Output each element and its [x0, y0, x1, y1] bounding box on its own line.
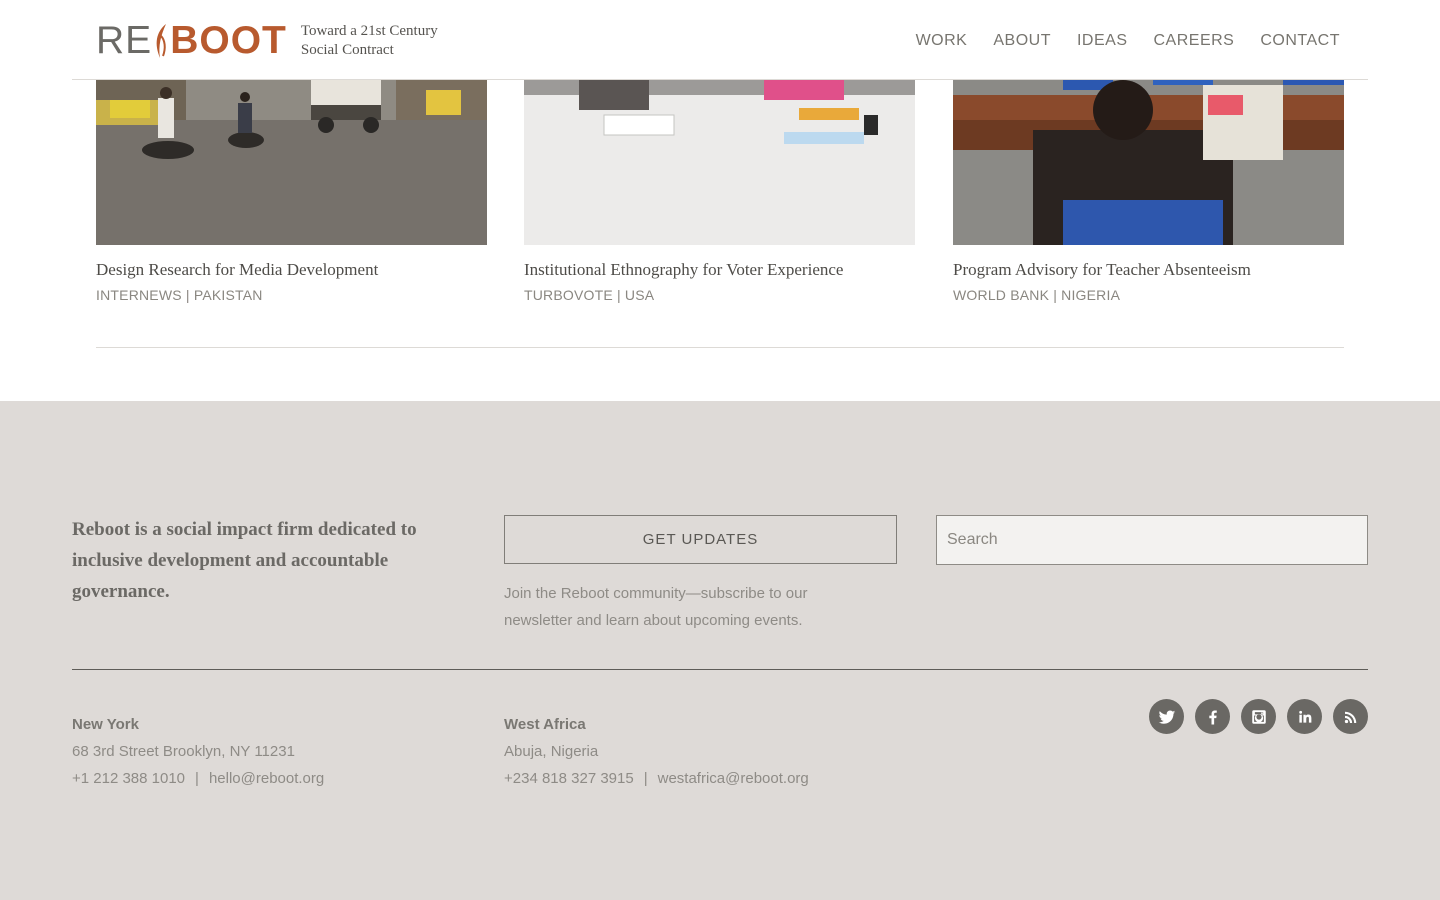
nav-about[interactable]: ABOUT [993, 32, 1051, 50]
office-phone[interactable]: +1 212 388 1010 [72, 770, 185, 787]
nav-work[interactable]: WORK [916, 32, 968, 50]
nav-contact[interactable]: CONTACT [1260, 32, 1340, 50]
office-city: New York [72, 716, 139, 733]
site-header: RE BOOT Toward a 21st Century Social Con… [72, 0, 1368, 80]
mission-statement: Reboot is a social impact firm dedicated… [72, 519, 417, 602]
project-meta: INTERNEWS | PAKISTAN [96, 287, 263, 303]
social-links [1149, 699, 1368, 734]
facebook-icon[interactable] [1195, 699, 1230, 734]
office-address: 68 3rd Street Brooklyn, NY 11231 [72, 743, 295, 760]
office-contact: +234 818 327 3915 | westafrica@reboot.org [504, 765, 809, 792]
tagline-line-1: Toward a 21st Century [300, 23, 438, 39]
office-address: Abuja, Nigeria [504, 743, 599, 760]
office-city: West Africa [504, 716, 586, 733]
office-new-york: New York 68 3rd Street Brooklyn, NY 1123… [72, 711, 324, 792]
project-meta: WORLD BANK | NIGERIA [953, 287, 1121, 303]
project-title[interactable]: Program Advisory for Teacher Absenteeism [953, 260, 1373, 280]
logo-leaf-icon [156, 24, 167, 58]
updates-description: Join the Reboot community—subscribe to o… [504, 585, 808, 629]
office-phone[interactable]: +234 818 327 3915 [504, 770, 634, 787]
logo-wordmark[interactable]: RE BOOT [96, 19, 287, 62]
main-nav: WORK ABOUT IDEAS CAREERS CONTACT [916, 32, 1340, 50]
office-email[interactable]: hello@reboot.org [209, 770, 324, 787]
footer-divider [72, 669, 1368, 670]
twitter-icon[interactable] [1149, 699, 1184, 734]
linkedin-icon[interactable] [1287, 699, 1322, 734]
rss-icon[interactable] [1333, 699, 1368, 734]
instagram-icon[interactable] [1241, 699, 1276, 734]
get-updates-button[interactable]: GET UPDATES [504, 515, 897, 564]
project-title[interactable]: Institutional Ethnography for Voter Expe… [524, 260, 944, 280]
logo-boot: BOOT [170, 19, 287, 62]
office-contact: +1 212 388 1010 | hello@reboot.org [72, 765, 324, 792]
tagline-line-2: Social Contract [300, 42, 394, 58]
logo-re: RE [96, 19, 153, 62]
search-input[interactable] [936, 515, 1368, 565]
contact-separator: | [643, 770, 648, 787]
project-meta: TURBOVOTE | USA [524, 287, 655, 303]
projects-divider [96, 347, 1344, 348]
nav-ideas[interactable]: IDEAS [1077, 32, 1128, 50]
site-logo[interactable]: RE BOOT Toward a 21st Century Social Con… [96, 19, 438, 62]
office-west-africa: West Africa Abuja, Nigeria +234 818 327 … [504, 711, 809, 792]
project-title[interactable]: Design Research for Media Development [96, 260, 516, 280]
site-footer: Reboot is a social impact firm dedicated… [0, 401, 1440, 900]
office-email[interactable]: westafrica@reboot.org [658, 770, 809, 787]
contact-separator: | [195, 770, 199, 787]
nav-careers[interactable]: CAREERS [1154, 32, 1235, 50]
site-tagline: Toward a 21st Century Social Contract [301, 22, 438, 60]
